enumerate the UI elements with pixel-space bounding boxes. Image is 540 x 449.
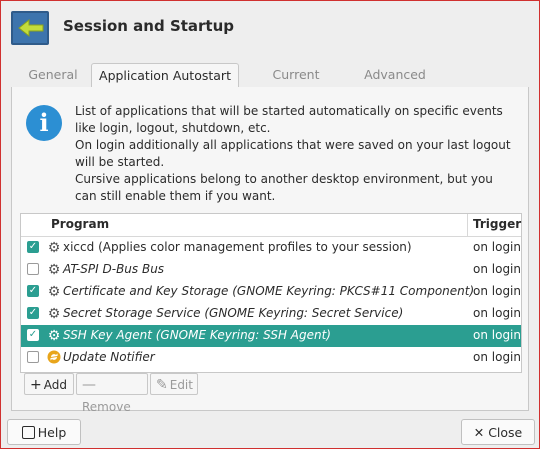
edit-button[interactable]: ✎ Edit (150, 373, 198, 395)
column-program[interactable]: Program (51, 217, 109, 231)
tab-advanced[interactable]: Advanced (359, 63, 431, 86)
program-name: AT-SPI D-Bus Bus (63, 262, 165, 276)
tab-bar: General Application Autostart Current Se… (11, 63, 529, 105)
table-row[interactable]: ⚙ AT-SPI D-Bus Bus on login (21, 259, 521, 281)
table-header: Program Trigger (21, 214, 521, 237)
table-row[interactable]: Update Notifier on login (21, 347, 521, 369)
enable-checkbox[interactable]: ✓ (27, 307, 39, 319)
gear-icon: ⚙ (47, 328, 61, 344)
autostart-table: Program Trigger ✓ ⚙ xiccd (Applies color… (20, 213, 522, 373)
program-name: Update Notifier (63, 350, 155, 364)
trigger-value: on login (473, 328, 521, 342)
add-button[interactable]: + Add (24, 373, 74, 395)
window-header: Session and Startup (1, 1, 539, 55)
enable-checkbox[interactable]: ✓ (27, 329, 39, 341)
enable-checkbox[interactable]: ✓ (27, 285, 39, 297)
info-icon: i (26, 105, 62, 141)
info-line-1: List of applications that will be starte… (75, 104, 503, 135)
pencil-icon: ✎ (156, 377, 168, 393)
info-line-2: On login additionally all applications t… (75, 138, 511, 169)
plus-icon: + (30, 377, 42, 393)
trigger-value: on login (473, 284, 521, 298)
close-button[interactable]: ✕ Close (461, 419, 535, 445)
update-icon (46, 350, 62, 366)
program-name: xiccd (Applies color management profiles… (63, 240, 412, 254)
enable-checkbox[interactable] (27, 351, 39, 363)
minus-icon: — (82, 377, 96, 393)
enable-checkbox[interactable]: ✓ (27, 241, 39, 253)
help-button[interactable]: Help (7, 419, 81, 445)
trigger-value: on login (473, 350, 521, 364)
trigger-value: on login (473, 306, 521, 320)
close-icon: ✕ (473, 425, 489, 440)
gear-icon: ⚙ (47, 306, 61, 322)
window-title: Session and Startup (63, 17, 235, 35)
trigger-value: on login (473, 262, 521, 276)
program-name: Certificate and Key Storage (GNOME Keyri… (63, 284, 475, 298)
table-row[interactable]: ✓ ⚙ xiccd (Applies color management prof… (21, 237, 521, 259)
tab-general[interactable]: General (23, 63, 83, 86)
autostart-panel: i List of applications that will be star… (11, 87, 529, 414)
table-row-selected[interactable]: ✓ ⚙ SSH Key Agent (GNOME Keyring: SSH Ag… (21, 325, 521, 347)
session-startup-icon (11, 11, 49, 45)
remove-button[interactable]: —Remove (76, 373, 148, 414)
gear-icon: ⚙ (47, 262, 61, 278)
program-name: Secret Storage Service (GNOME Keyring: S… (63, 306, 404, 320)
enable-checkbox[interactable] (27, 263, 39, 275)
column-divider (467, 214, 468, 236)
gear-icon: ⚙ (47, 284, 61, 300)
trigger-value: on login (473, 240, 521, 254)
info-line-3: Cursive applications belong to another d… (75, 172, 493, 203)
table-row[interactable]: ✓ ⚙ Secret Storage Service (GNOME Keyrin… (21, 303, 521, 325)
tab-current-session[interactable]: Current Session (247, 63, 345, 105)
help-icon (21, 426, 35, 439)
info-message: List of applications that will be starte… (75, 103, 515, 205)
column-trigger[interactable]: Trigger (473, 217, 521, 231)
gear-icon: ⚙ (47, 240, 61, 256)
table-row[interactable]: ✓ ⚙ Certificate and Key Storage (GNOME K… (21, 281, 521, 303)
tab-application-autostart[interactable]: Application Autostart (91, 63, 239, 88)
program-name: SSH Key Agent (GNOME Keyring: SSH Agent) (63, 328, 331, 342)
